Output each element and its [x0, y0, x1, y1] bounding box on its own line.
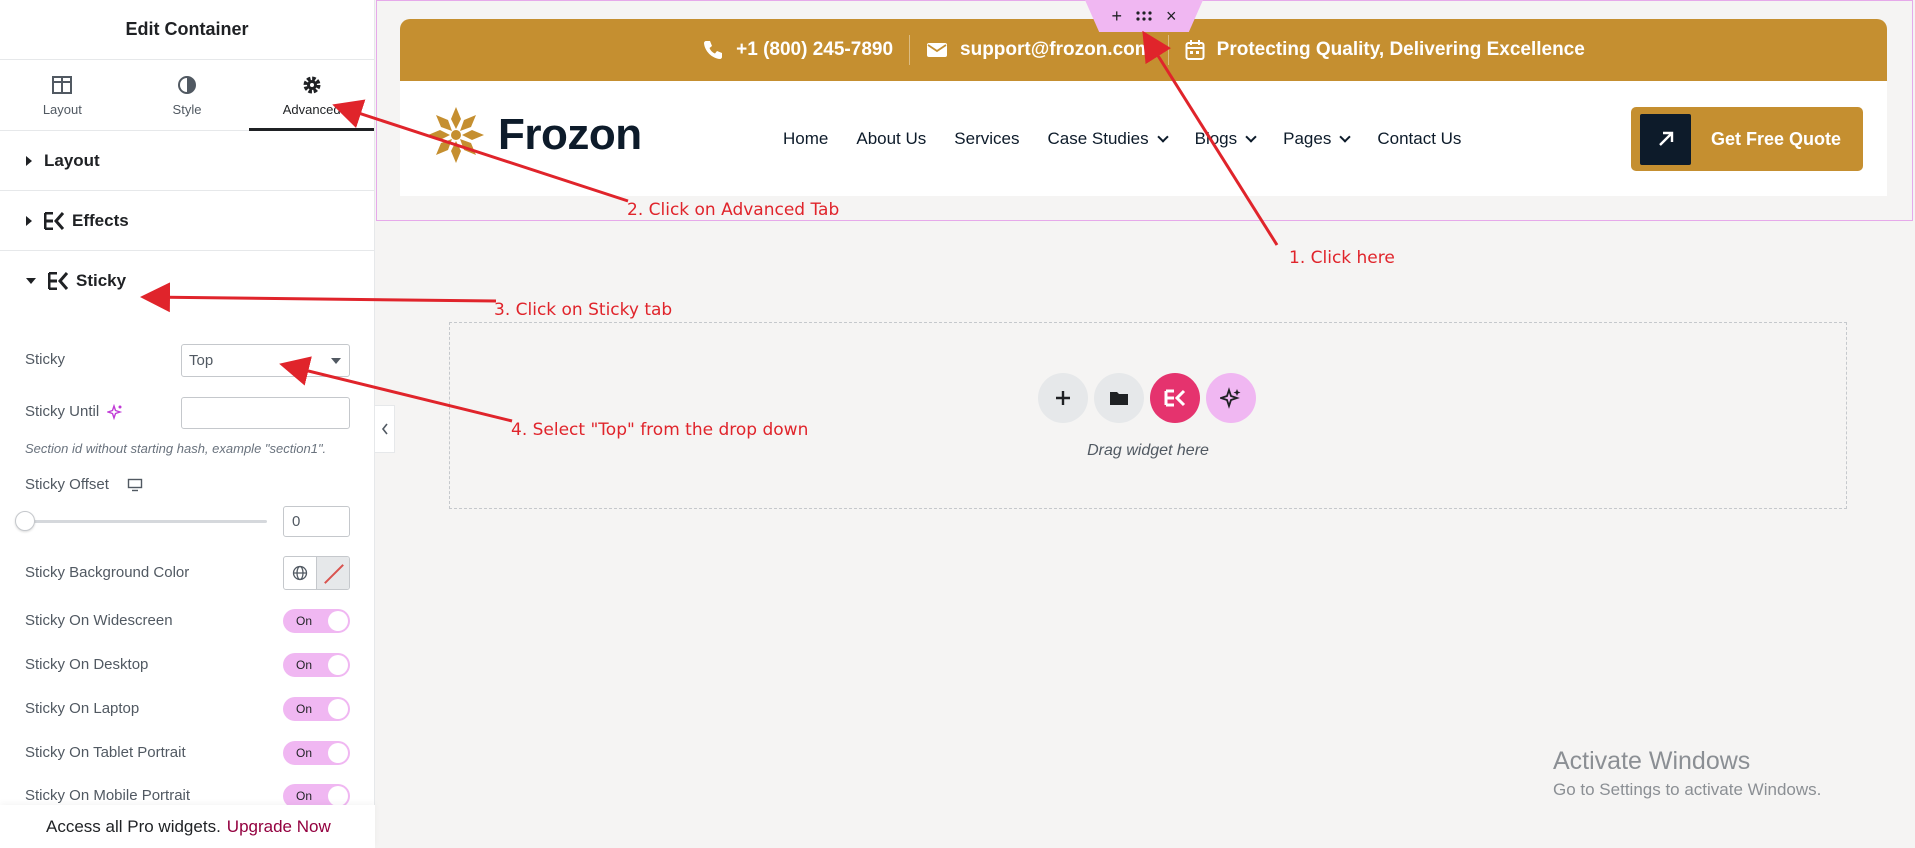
annotation-2: 2. Click on Advanced Tab: [627, 200, 840, 220]
windows-activation-watermark: Activate Windows Go to Settings to activ…: [1553, 747, 1821, 800]
arrow-4: [279, 356, 513, 423]
arrow-3: [140, 282, 497, 313]
annotation-arrows: [140, 30, 1279, 423]
arrow-1: [1142, 30, 1279, 246]
annotation-3: 3. Click on Sticky tab: [494, 300, 673, 320]
watermark-line2: Go to Settings to activate Windows.: [1553, 780, 1822, 799]
annotation-1: 1. Click here: [1289, 248, 1395, 268]
annotation-4: 4. Select "Top" from the drop down: [511, 420, 809, 440]
watermark-line1: Activate Windows: [1553, 747, 1751, 775]
arrow-2: [332, 99, 629, 203]
